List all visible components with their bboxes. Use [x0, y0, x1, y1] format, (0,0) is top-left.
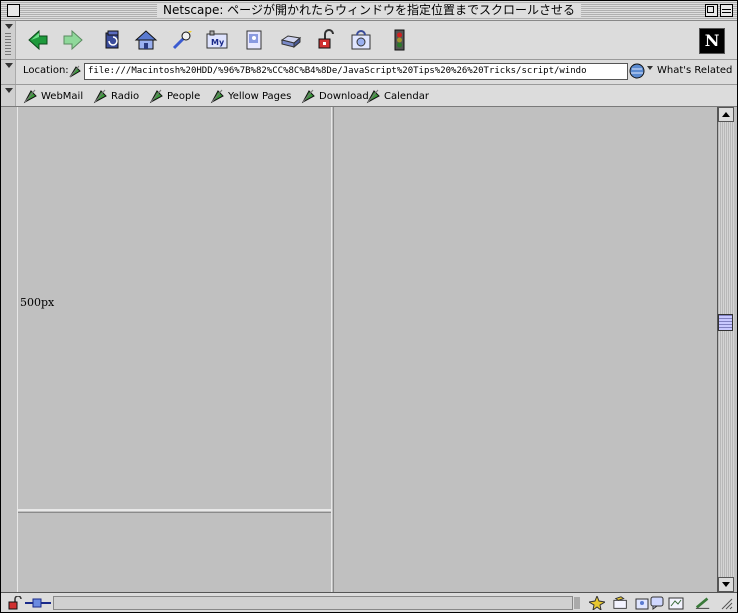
bookmark-radio[interactable]: Radio	[93, 88, 139, 104]
forward-arrow-icon	[63, 29, 83, 51]
bookmark-icon	[93, 89, 107, 104]
bookmark-yellow-pages[interactable]: Yellow Pages	[210, 88, 291, 104]
bookmark-icon	[210, 89, 224, 104]
images-button[interactable]	[241, 27, 267, 53]
page-proxy-icon[interactable]	[67, 63, 83, 83]
resize-grip-icon[interactable]	[719, 595, 733, 610]
collapse-triangle-icon	[5, 88, 13, 93]
left-bottom-frame	[18, 512, 331, 593]
bookmark-label: Calendar	[384, 90, 429, 102]
status-text	[53, 596, 573, 610]
connection-status-icon	[25, 595, 51, 610]
bookmark-calendar[interactable]: Calendar	[366, 88, 429, 104]
reload-icon	[105, 30, 119, 49]
bookmark-icon	[301, 89, 315, 104]
bookmark-label: WebMail	[41, 90, 84, 102]
netscape-logo-icon[interactable]: N	[699, 28, 725, 54]
stop-icon	[394, 29, 405, 51]
personal-grip[interactable]	[1, 85, 16, 106]
navigator-icon[interactable]	[589, 595, 605, 610]
lock-icon	[318, 29, 334, 49]
scroll-down-arrow-icon[interactable]	[718, 577, 734, 592]
bookmark-label: Download	[319, 90, 369, 102]
composer-icon[interactable]	[668, 595, 684, 610]
security-lock-icon[interactable]	[7, 595, 23, 610]
images-icon	[246, 30, 262, 50]
bookmark-webmail[interactable]: WebMail	[23, 88, 83, 104]
print-button[interactable]	[277, 27, 303, 53]
whats-related-button[interactable]: What's Related	[657, 65, 732, 76]
bookmark-label: Yellow Pages	[228, 90, 292, 102]
zoom-box[interactable]	[705, 4, 718, 17]
shop-icon	[351, 30, 371, 50]
frame-text: 500px	[20, 296, 55, 309]
url-field[interactable]: file:///Macintosh%20HDD/%96%7B%82%CC%8C%…	[84, 63, 628, 80]
right-frame	[335, 107, 717, 592]
bookmark-people[interactable]: People	[149, 88, 200, 104]
security-button[interactable]	[314, 27, 340, 53]
location-label: Location:	[23, 65, 69, 76]
content-area: 500px	[1, 107, 737, 593]
left-top-frame: 500px	[18, 107, 331, 511]
shop-button[interactable]	[348, 27, 374, 53]
vertical-scrollbar[interactable]	[717, 107, 734, 592]
grip-dots	[5, 33, 11, 56]
close-box[interactable]	[7, 4, 20, 17]
stop-button[interactable]	[386, 27, 412, 53]
home-icon	[134, 30, 158, 50]
bookmark-icon	[23, 89, 37, 104]
bookmark-label: People	[167, 90, 201, 102]
back-arrow-icon	[28, 29, 48, 51]
search-button[interactable]	[169, 27, 195, 53]
bookmark-icon	[149, 89, 163, 104]
scroll-up-arrow-icon[interactable]	[718, 107, 734, 122]
home-button[interactable]	[133, 27, 159, 53]
collapse-box[interactable]	[720, 4, 733, 17]
back-button[interactable]	[25, 27, 51, 53]
title-bar[interactable]: Netscape: ページが開かれたらウィンドウを指定位置までスクロールさせる	[1, 1, 737, 21]
print-icon	[280, 35, 302, 49]
frame-divider[interactable]	[331, 107, 334, 592]
bookmark-download[interactable]: Download	[301, 88, 369, 104]
my-netscape-button[interactable]: My	[204, 27, 230, 53]
bookmark-icon	[366, 89, 380, 104]
svg-text:My: My	[211, 38, 225, 47]
forward-button[interactable]	[60, 27, 86, 53]
location-bar: Location: file:///Macintosh%20HDD/%96%7B…	[1, 60, 737, 85]
search-icon	[172, 31, 192, 50]
chat-icon[interactable]	[649, 595, 665, 610]
whats-related-icon[interactable]	[627, 62, 653, 84]
edit-pencil-icon[interactable]	[695, 595, 711, 610]
left-edge-frame	[1, 107, 18, 592]
status-grip	[574, 595, 582, 610]
bookmark-label: Radio	[111, 90, 140, 102]
reload-button[interactable]	[99, 27, 125, 53]
location-grip[interactable]	[1, 60, 16, 84]
collapse-triangle-icon	[5, 24, 13, 29]
toolbar-grip[interactable]	[1, 21, 16, 59]
personal-toolbar: WebMail Radio People Yellow Pages Downlo…	[1, 85, 737, 107]
mail-icon[interactable]	[613, 595, 629, 610]
collapse-triangle-icon	[5, 63, 13, 68]
browser-window: Netscape: ページが開かれたらウィンドウを指定位置までスクロールさせる	[0, 0, 738, 613]
status-bar	[1, 592, 737, 612]
scroll-track[interactable]	[718, 122, 734, 577]
navigation-toolbar: My N	[1, 21, 737, 60]
window-title: Netscape: ページが開かれたらウィンドウを指定位置までスクロールさせる	[157, 3, 581, 18]
scroll-thumb[interactable]	[718, 314, 733, 331]
my-netscape-icon: My	[206, 30, 228, 49]
